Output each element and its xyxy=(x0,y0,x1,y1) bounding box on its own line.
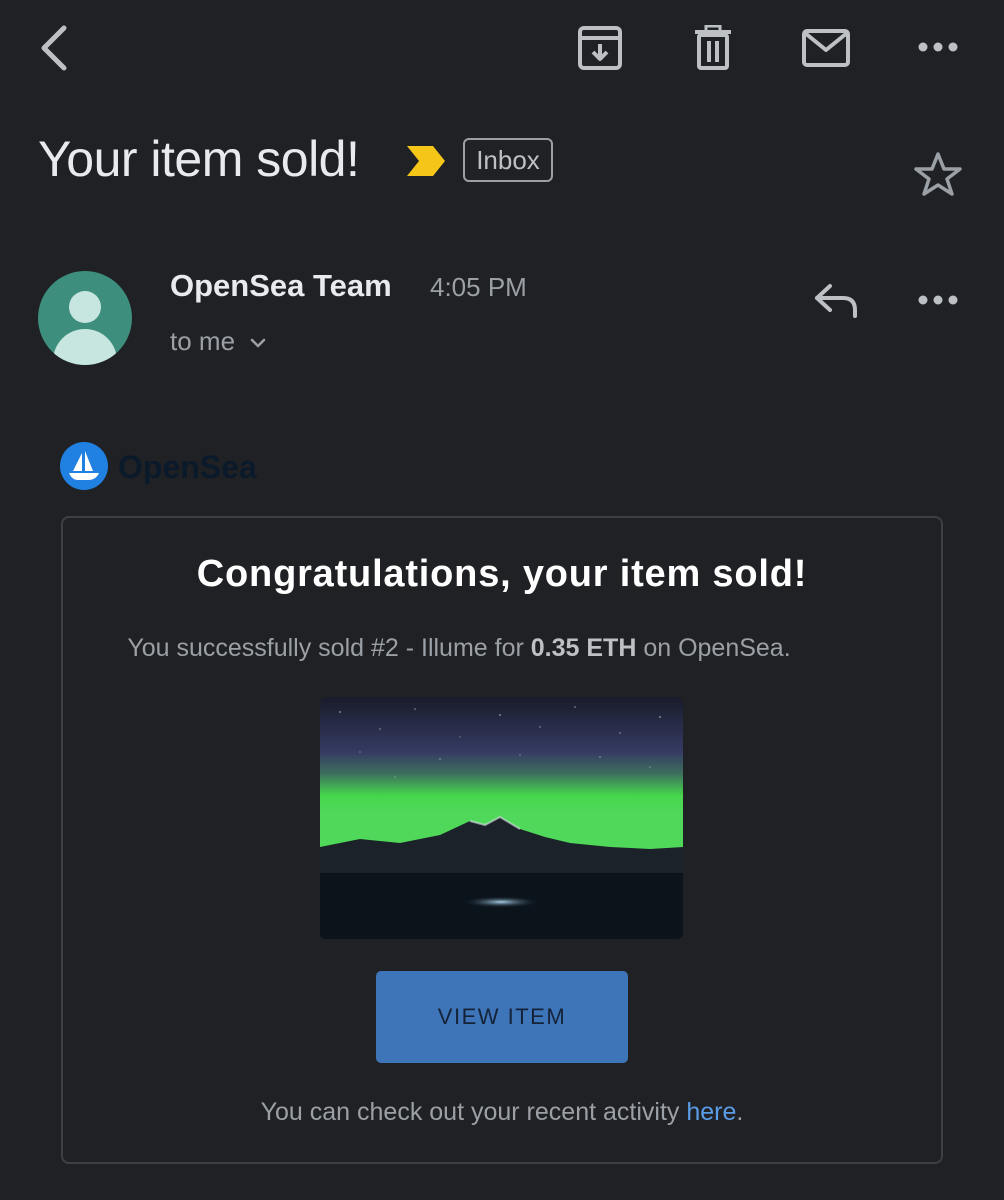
trash-icon xyxy=(695,25,731,70)
importance-marker[interactable] xyxy=(404,143,448,179)
reply-button[interactable] xyxy=(810,280,862,322)
back-arrow-icon xyxy=(41,25,67,71)
view-item-button[interactable]: VIEW ITEM xyxy=(376,971,628,1063)
inbox-label[interactable]: Inbox xyxy=(463,138,553,182)
activity-note-suffix: . xyxy=(736,1098,744,1126)
importance-arrow-icon xyxy=(407,146,445,176)
aurora-image xyxy=(320,697,683,939)
back-button[interactable] xyxy=(30,20,76,76)
star-button[interactable] xyxy=(912,148,964,200)
star-icon xyxy=(914,152,962,196)
message-title: Congratulations, your item sold! xyxy=(196,553,808,595)
sale-description: You successfully sold #2 - Illume for 0.… xyxy=(0,630,918,666)
recipient-toggle[interactable]: to me xyxy=(170,322,266,360)
sender-name[interactable]: OpenSea Team xyxy=(170,266,392,306)
sale-description-prefix: You successfully sold #2 - Illume for xyxy=(127,634,531,662)
avatar-head xyxy=(69,291,101,323)
activity-note-prefix: You can check out your recent activity xyxy=(260,1098,687,1126)
message-more-button[interactable] xyxy=(914,283,962,317)
archive-icon xyxy=(578,26,622,70)
mark-unread-button[interactable] xyxy=(798,22,854,74)
sender-avatar[interactable] xyxy=(38,271,132,365)
activity-link[interactable]: here xyxy=(686,1098,736,1126)
item-image[interactable] xyxy=(320,697,683,939)
sale-amount: 0.35 ETH xyxy=(530,634,637,662)
reply-icon xyxy=(815,284,857,318)
sent-time: 4:05 PM xyxy=(430,272,527,302)
delete-button[interactable] xyxy=(690,22,736,74)
activity-note: You can check out your recent activity h… xyxy=(0,1094,1004,1130)
brand-name: OpenSea xyxy=(118,449,257,485)
email-subject: Your item sold! xyxy=(38,131,360,187)
sale-description-suffix: on OpenSea. xyxy=(636,634,791,662)
opensea-logo-icon xyxy=(60,442,108,490)
recipient-label: to me xyxy=(170,326,236,356)
chevron-down-icon xyxy=(251,338,266,348)
more-horizontal-icon xyxy=(918,295,958,305)
avatar-body xyxy=(53,329,117,365)
more-horizontal-icon xyxy=(918,42,958,52)
archive-button[interactable] xyxy=(574,22,626,74)
more-options-button[interactable] xyxy=(914,30,962,64)
mail-icon xyxy=(802,29,850,67)
